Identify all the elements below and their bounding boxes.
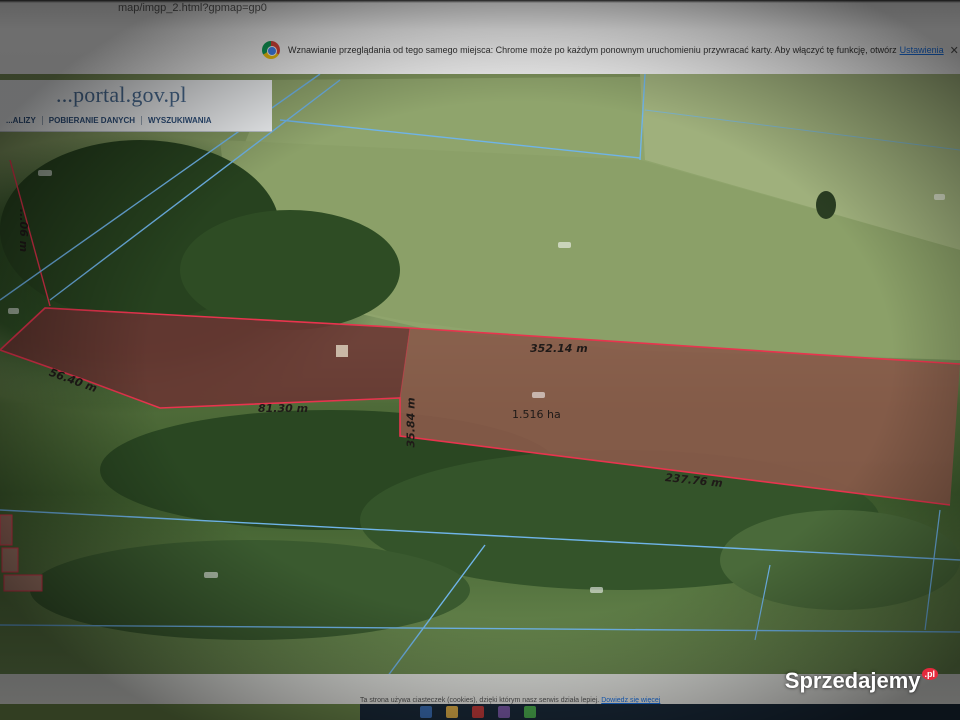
folder-icon[interactable] bbox=[446, 706, 458, 718]
close-icon[interactable]: ✕ bbox=[950, 44, 959, 57]
infobar-message: Wznawianie przeglądania od tego samego m… bbox=[288, 45, 897, 55]
forest-upper-mid bbox=[180, 210, 400, 330]
taskbar-app-icon[interactable] bbox=[498, 706, 510, 718]
watermark-badge: .pl bbox=[921, 668, 938, 680]
parcel-number-tag bbox=[8, 308, 20, 314]
forest-bottom-right bbox=[720, 510, 960, 610]
infobar-settings-link[interactable]: Ustawienia bbox=[900, 45, 944, 55]
measure-far-left: ...06 m bbox=[17, 208, 31, 253]
parcel-number-tag bbox=[590, 587, 603, 593]
parcel-number-tag bbox=[204, 572, 219, 578]
building bbox=[1, 547, 19, 573]
nav-item-search[interactable]: WYSZUKIWANIA bbox=[142, 116, 218, 125]
parcel-number-tag bbox=[934, 194, 946, 200]
measure-vertical: 35.84 m bbox=[404, 397, 418, 448]
forest-bottom bbox=[30, 540, 470, 640]
watermark-text: Sprzedajemy bbox=[784, 668, 921, 693]
tree-single bbox=[816, 191, 836, 219]
os-taskbar bbox=[360, 704, 960, 720]
parcel-number-tag bbox=[532, 392, 545, 398]
geoportal-header: ...portal.gov.pl ...ALIZY POBIERANIE DAN… bbox=[0, 80, 272, 132]
watermark-logo: Sprzedajemy .pl bbox=[785, 668, 938, 694]
chrome-infobar: Wznawianie przeglądania od tego samego m… bbox=[262, 36, 960, 64]
building bbox=[336, 345, 348, 357]
browser-top-bar: map/imgp_2.html?gpmap=gp0 Wznawianie prz… bbox=[0, 0, 960, 74]
cookie-notice: Ta strona używa ciasteczek (cookies), dz… bbox=[360, 697, 660, 704]
building bbox=[0, 514, 13, 546]
parcel-area: 1.516 ha bbox=[512, 408, 561, 421]
cookie-text: Ta strona używa ciasteczek (cookies), dz… bbox=[360, 697, 600, 704]
nav-item-download-data[interactable]: POBIERANIE DANYCH bbox=[43, 116, 143, 125]
cookie-more-link[interactable]: Dowiedz się więcej bbox=[601, 697, 660, 704]
geoportal-nav: ...ALIZY POBIERANIE DANYCH WYSZUKIWANIA bbox=[0, 116, 218, 125]
measure-top: 352.14 m bbox=[530, 342, 588, 355]
nav-item-analyses[interactable]: ...ALIZY bbox=[0, 116, 43, 125]
chrome-taskbar-icon[interactable] bbox=[524, 706, 536, 718]
chrome-icon bbox=[262, 41, 280, 59]
parcel-left-fill bbox=[0, 308, 410, 408]
photo-of-screen: 352.14 m 56.40 m 81.30 m 35.84 m 237.76 … bbox=[0, 0, 960, 720]
satellite-map[interactable]: 352.14 m 56.40 m 81.30 m 35.84 m 237.76 … bbox=[0, 74, 960, 674]
map-canvas bbox=[0, 74, 960, 674]
browser-icon[interactable] bbox=[472, 706, 484, 718]
address-bar-text[interactable]: map/imgp_2.html?gpmap=gp0 bbox=[118, 2, 267, 14]
measure-bottom-left: 81.30 m bbox=[258, 402, 309, 415]
geoportal-logo-title[interactable]: ...portal.gov.pl bbox=[56, 82, 187, 108]
parcel-number-tag bbox=[558, 242, 571, 248]
taskbar-app-icon[interactable] bbox=[420, 706, 432, 718]
building bbox=[3, 574, 43, 592]
parcel-number-tag bbox=[38, 170, 53, 176]
